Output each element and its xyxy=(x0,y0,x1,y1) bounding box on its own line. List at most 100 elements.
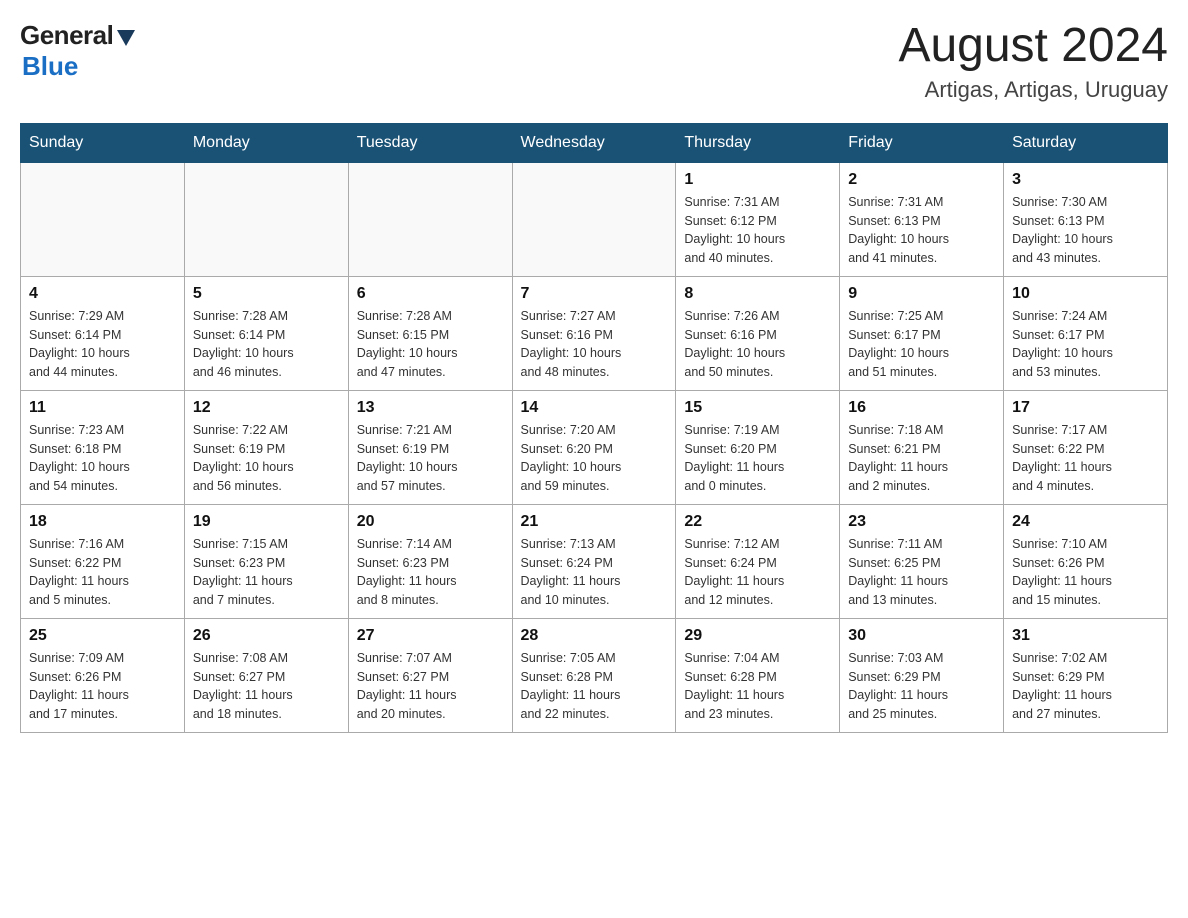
day-info: Sunrise: 7:21 AM Sunset: 6:19 PM Dayligh… xyxy=(357,421,504,496)
calendar-day-cell: 8 Sunrise: 7:26 AM Sunset: 6:16 PM Daylig… xyxy=(676,276,840,390)
calendar-header-row: SundayMondayTuesdayWednesdayThursdayFrid… xyxy=(21,123,1168,162)
day-number: 5 xyxy=(193,285,340,303)
day-number: 6 xyxy=(357,285,504,303)
day-info: Sunrise: 7:04 AM Sunset: 6:28 PM Dayligh… xyxy=(684,649,831,724)
day-info: Sunrise: 7:03 AM Sunset: 6:29 PM Dayligh… xyxy=(848,649,995,724)
calendar-day-header: Tuesday xyxy=(348,123,512,162)
day-number: 4 xyxy=(29,285,176,303)
day-number: 22 xyxy=(684,513,831,531)
day-number: 2 xyxy=(848,171,995,189)
calendar-table: SundayMondayTuesdayWednesdayThursdayFrid… xyxy=(20,123,1168,733)
day-info: Sunrise: 7:27 AM Sunset: 6:16 PM Dayligh… xyxy=(521,307,668,382)
month-title: August 2024 xyxy=(898,20,1168,73)
day-info: Sunrise: 7:16 AM Sunset: 6:22 PM Dayligh… xyxy=(29,535,176,610)
day-number: 30 xyxy=(848,627,995,645)
calendar-day-cell: 10Sunrise: 7:24 AM Sunset: 6:17 PM Dayli… xyxy=(1004,276,1168,390)
day-number: 9 xyxy=(848,285,995,303)
day-number: 31 xyxy=(1012,627,1159,645)
calendar-day-cell: 26 Sunrise: 7:08 AM Sunset: 6:27 PM Dayli… xyxy=(184,618,348,732)
calendar-day-header: Thursday xyxy=(676,123,840,162)
day-number: 11 xyxy=(29,399,176,417)
day-info: Sunrise: 7:14 AM Sunset: 6:23 PM Dayligh… xyxy=(357,535,504,610)
day-info: Sunrise: 7:30 AM Sunset: 6:13 PM Dayligh… xyxy=(1012,193,1159,268)
day-info: Sunrise: 7:02 AM Sunset: 6:29 PM Dayligh… xyxy=(1012,649,1159,724)
calendar-day-cell: 27 Sunrise: 7:07 AM Sunset: 6:27 PM Dayli… xyxy=(348,618,512,732)
day-number: 23 xyxy=(848,513,995,531)
day-number: 18 xyxy=(29,513,176,531)
calendar-day-cell: 5 Sunrise: 7:28 AM Sunset: 6:14 PM Daylig… xyxy=(184,276,348,390)
calendar-day-cell: 13 Sunrise: 7:21 AM Sunset: 6:19 PM Dayli… xyxy=(348,390,512,504)
day-number: 24 xyxy=(1012,513,1159,531)
day-info: Sunrise: 7:23 AM Sunset: 6:18 PM Dayligh… xyxy=(29,421,176,496)
calendar-day-cell: 16 Sunrise: 7:18 AM Sunset: 6:21 PM Dayli… xyxy=(840,390,1004,504)
calendar-day-cell: 3 Sunrise: 7:30 AM Sunset: 6:13 PM Daylig… xyxy=(1004,162,1168,276)
day-info: Sunrise: 7:28 AM Sunset: 6:14 PM Dayligh… xyxy=(193,307,340,382)
day-number: 14 xyxy=(521,399,668,417)
calendar-day-cell: 9 Sunrise: 7:25 AM Sunset: 6:17 PM Daylig… xyxy=(840,276,1004,390)
day-info: Sunrise: 7:07 AM Sunset: 6:27 PM Dayligh… xyxy=(357,649,504,724)
day-info: Sunrise: 7:25 AM Sunset: 6:17 PM Dayligh… xyxy=(848,307,995,382)
day-number: 8 xyxy=(684,285,831,303)
calendar-day-cell: 28Sunrise: 7:05 AM Sunset: 6:28 PM Dayli… xyxy=(512,618,676,732)
calendar-week-row: 4 Sunrise: 7:29 AM Sunset: 6:14 PM Daylig… xyxy=(21,276,1168,390)
day-number: 26 xyxy=(193,627,340,645)
day-info: Sunrise: 7:24 AM Sunset: 6:17 PM Dayligh… xyxy=(1012,307,1159,382)
calendar-day-header: Monday xyxy=(184,123,348,162)
calendar-day-cell: 18 Sunrise: 7:16 AM Sunset: 6:22 PM Dayli… xyxy=(21,504,185,618)
day-info: Sunrise: 7:10 AM Sunset: 6:26 PM Dayligh… xyxy=(1012,535,1159,610)
day-number: 12 xyxy=(193,399,340,417)
day-info: Sunrise: 7:17 AM Sunset: 6:22 PM Dayligh… xyxy=(1012,421,1159,496)
calendar-day-cell: 15 Sunrise: 7:19 AM Sunset: 6:20 PM Dayli… xyxy=(676,390,840,504)
day-number: 27 xyxy=(357,627,504,645)
calendar-week-row: 18 Sunrise: 7:16 AM Sunset: 6:22 PM Dayli… xyxy=(21,504,1168,618)
calendar-day-cell: 20 Sunrise: 7:14 AM Sunset: 6:23 PM Dayli… xyxy=(348,504,512,618)
day-number: 1 xyxy=(684,171,831,189)
location-title: Artigas, Artigas, Uruguay xyxy=(898,77,1168,103)
calendar-day-header: Wednesday xyxy=(512,123,676,162)
calendar-day-cell: 4 Sunrise: 7:29 AM Sunset: 6:14 PM Daylig… xyxy=(21,276,185,390)
calendar-day-cell: 21Sunrise: 7:13 AM Sunset: 6:24 PM Dayli… xyxy=(512,504,676,618)
day-info: Sunrise: 7:29 AM Sunset: 6:14 PM Dayligh… xyxy=(29,307,176,382)
logo: General Blue xyxy=(20,20,137,82)
day-info: Sunrise: 7:09 AM Sunset: 6:26 PM Dayligh… xyxy=(29,649,176,724)
day-number: 16 xyxy=(848,399,995,417)
day-number: 19 xyxy=(193,513,340,531)
day-info: Sunrise: 7:28 AM Sunset: 6:15 PM Dayligh… xyxy=(357,307,504,382)
day-info: Sunrise: 7:11 AM Sunset: 6:25 PM Dayligh… xyxy=(848,535,995,610)
day-number: 15 xyxy=(684,399,831,417)
calendar-day-cell: 2 Sunrise: 7:31 AM Sunset: 6:13 PM Daylig… xyxy=(840,162,1004,276)
day-info: Sunrise: 7:15 AM Sunset: 6:23 PM Dayligh… xyxy=(193,535,340,610)
calendar-day-cell xyxy=(512,162,676,276)
calendar-day-cell: 14 Sunrise: 7:20 AM Sunset: 6:20 PM Dayli… xyxy=(512,390,676,504)
day-info: Sunrise: 7:12 AM Sunset: 6:24 PM Dayligh… xyxy=(684,535,831,610)
day-info: Sunrise: 7:20 AM Sunset: 6:20 PM Dayligh… xyxy=(521,421,668,496)
day-number: 3 xyxy=(1012,171,1159,189)
calendar-day-cell: 24 Sunrise: 7:10 AM Sunset: 6:26 PM Dayli… xyxy=(1004,504,1168,618)
day-info: Sunrise: 7:31 AM Sunset: 6:13 PM Dayligh… xyxy=(848,193,995,268)
day-info: Sunrise: 7:26 AM Sunset: 6:16 PM Dayligh… xyxy=(684,307,831,382)
day-number: 7 xyxy=(521,285,668,303)
logo-general-text: General xyxy=(20,20,113,51)
day-info: Sunrise: 7:18 AM Sunset: 6:21 PM Dayligh… xyxy=(848,421,995,496)
calendar-day-cell: 12 Sunrise: 7:22 AM Sunset: 6:19 PM Dayli… xyxy=(184,390,348,504)
calendar-day-cell: 25 Sunrise: 7:09 AM Sunset: 6:26 PM Dayli… xyxy=(21,618,185,732)
day-info: Sunrise: 7:31 AM Sunset: 6:12 PM Dayligh… xyxy=(684,193,831,268)
day-info: Sunrise: 7:22 AM Sunset: 6:19 PM Dayligh… xyxy=(193,421,340,496)
calendar-day-header: Saturday xyxy=(1004,123,1168,162)
calendar-day-cell xyxy=(184,162,348,276)
calendar-day-cell: 23 Sunrise: 7:11 AM Sunset: 6:25 PM Dayli… xyxy=(840,504,1004,618)
day-number: 20 xyxy=(357,513,504,531)
day-info: Sunrise: 7:19 AM Sunset: 6:20 PM Dayligh… xyxy=(684,421,831,496)
day-number: 28 xyxy=(521,627,668,645)
day-number: 13 xyxy=(357,399,504,417)
day-info: Sunrise: 7:08 AM Sunset: 6:27 PM Dayligh… xyxy=(193,649,340,724)
calendar-day-cell: 7 Sunrise: 7:27 AM Sunset: 6:16 PM Daylig… xyxy=(512,276,676,390)
day-number: 17 xyxy=(1012,399,1159,417)
day-number: 29 xyxy=(684,627,831,645)
calendar-day-cell: 29 Sunrise: 7:04 AM Sunset: 6:28 PM Dayli… xyxy=(676,618,840,732)
calendar-day-cell: 19 Sunrise: 7:15 AM Sunset: 6:23 PM Dayli… xyxy=(184,504,348,618)
calendar-day-cell: 11 Sunrise: 7:23 AM Sunset: 6:18 PM Dayli… xyxy=(21,390,185,504)
day-number: 25 xyxy=(29,627,176,645)
logo-blue-text: Blue xyxy=(22,51,78,81)
logo-triangle-icon xyxy=(115,26,137,48)
